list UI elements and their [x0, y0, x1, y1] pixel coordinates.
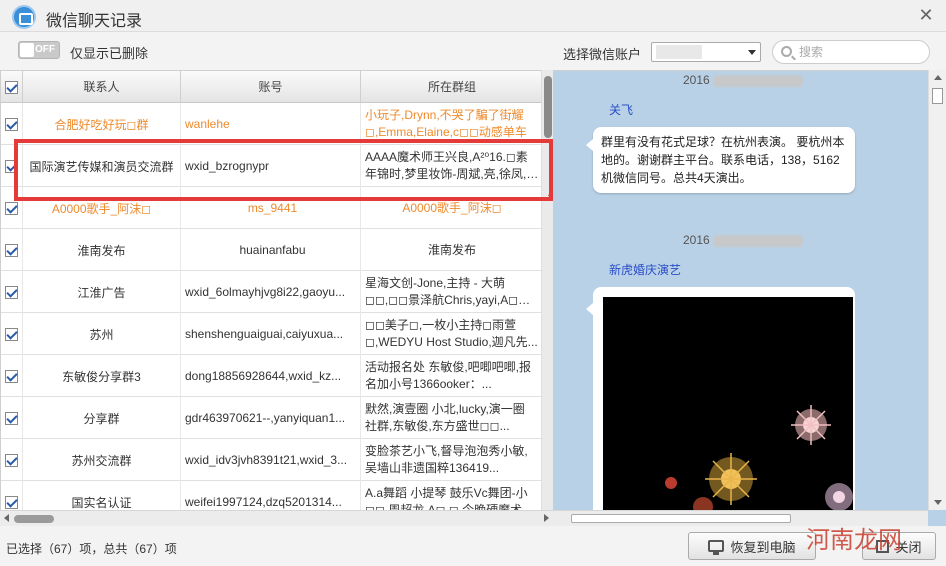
account-cell: wxid_6olmayhjvg8i22,gaoyu...	[181, 271, 361, 313]
groups-text: A0000歌手_阿沫◻	[402, 200, 502, 215]
account-cell: shenshenguaiguai,caiyuxua...	[181, 313, 361, 355]
row-checkbox-cell	[1, 439, 23, 481]
table-header: 联系人 账号 所在群组	[1, 71, 543, 103]
groups-text: 默然,演壹圈 小北,lucky,演一圈 社群,东敏俊,东方盛世◻◻...	[365, 402, 525, 433]
search-icon	[781, 46, 792, 57]
groups-cell: 淮南发布	[361, 229, 543, 271]
selection-count: 已选择（67）项，总共（67）项	[6, 542, 177, 556]
window-close-icon[interactable]: ✕	[916, 5, 936, 25]
row-checkbox-cell	[1, 229, 23, 271]
toggle-state-text: OFF	[35, 44, 55, 55]
account-select-value	[656, 45, 702, 59]
table-row[interactable]: 东敏俊分享群3 dong18856928644,wxid_kz... 活动报名处…	[1, 355, 543, 397]
table-row[interactable]: 苏州交流群 wxid_idv3jvh8391t21,wxid_3... 变脸茶艺…	[1, 439, 543, 481]
restore-to-pc-button[interactable]: 恢复到电脑	[688, 532, 816, 560]
groups-text: 变脸茶艺小飞,督导泡泡秀小敏,吴墙山非遗国粹136419...	[365, 444, 528, 475]
groups-cell: ◻◻美子◻,一枚小主持◻雨萱◻,WEDYU Host Studio,迦凡先...	[361, 313, 543, 355]
scrollbar-thumb[interactable]	[14, 515, 54, 523]
account-select-label: 选择微信账户	[563, 47, 642, 62]
show-deleted-label: 仅显示已删除	[70, 46, 149, 61]
groups-cell: 活动报名处 东敏俊,吧唧吧唧,报名加小号1366ooker：...	[361, 355, 543, 397]
watermark-text: 河南龙网	[806, 526, 902, 554]
toggle-knob	[20, 43, 34, 57]
groups-text: 星海文创-Jone,主持 - 大萌◻◻,◻◻景泽航Chris,yayi,A◻象头…	[365, 276, 531, 307]
row-checkbox-cell	[1, 313, 23, 355]
scroll-up-icon[interactable]	[934, 75, 942, 80]
groups-text: ◻◻美子◻,一枚小主持◻雨萱◻,WEDYU Host Studio,迦凡先...	[365, 318, 538, 349]
app-logo-icon	[12, 5, 36, 29]
account-cell: huainanfabu	[181, 229, 361, 271]
chat-vertical-scrollbar[interactable]	[928, 70, 946, 510]
row-checkbox[interactable]	[5, 201, 18, 215]
row-checkbox-cell	[1, 271, 23, 313]
chat-view: 2016 关飞 群里有没有花式足球？在杭州表演。 要杭州本地的。谢谢群主平台。联…	[553, 70, 946, 526]
status-bar: 已选择（67）项，总共（67）项 恢复到电脑 关闭	[0, 526, 946, 566]
row-checkbox[interactable]	[5, 285, 18, 299]
contact-cell: 江淮广告	[23, 271, 181, 313]
toolbar: OFF 仅显示已删除 选择微信账户	[0, 32, 946, 70]
groups-cell: 默然,演壹圈 小北,lucky,演一圈 社群,东敏俊,东方盛世◻◻...	[361, 397, 543, 439]
highlight-box	[14, 139, 553, 201]
table-vertical-scrollbar[interactable]	[541, 70, 553, 510]
groups-text: 活动报名处 东敏俊,吧唧吧唧,报名加小号1366ooker：...	[365, 360, 532, 391]
row-checkbox-cell	[1, 355, 23, 397]
row-checkbox-cell	[1, 397, 23, 439]
account-cell: wxid_idv3jvh8391t21,wxid_3...	[181, 439, 361, 481]
groups-cell: 星海文创-Jone,主持 - 大萌◻◻,◻◻景泽航Chris,yayi,A◻象头…	[361, 271, 543, 313]
column-header-groups[interactable]: 所在群组	[361, 71, 543, 103]
search-box[interactable]	[772, 40, 930, 64]
select-all-cell	[1, 71, 23, 103]
message-date: 2016	[683, 73, 804, 87]
redacted-blur	[713, 74, 804, 87]
contact-cell: 苏州	[23, 313, 181, 355]
scrollbar-thumb[interactable]	[544, 76, 552, 138]
message-bubble: 群里有没有花式足球？在杭州表演。 要杭州本地的。谢谢群主平台。联系电话，138，…	[586, 127, 855, 193]
show-deleted-toggle[interactable]: OFF	[18, 41, 60, 59]
contact-cell: 东敏俊分享群3	[23, 355, 181, 397]
title-bar: 微信聊天记录 ✕	[0, 0, 946, 32]
account-cell: dong18856928644,wxid_kz...	[181, 355, 361, 397]
row-checkbox[interactable]	[5, 243, 18, 257]
groups-text: 淮南发布	[427, 242, 476, 257]
scroll-right-icon[interactable]	[544, 514, 549, 522]
scrollbar-thumb[interactable]	[932, 88, 943, 104]
row-checkbox[interactable]	[5, 117, 18, 131]
column-header-account[interactable]: 账号	[181, 71, 361, 103]
table-row[interactable]: 江淮广告 wxid_6olmayhjvg8i22,gaoyu... 星海文创-J…	[1, 271, 543, 313]
restore-button-label: 恢复到电脑	[730, 539, 796, 555]
row-checkbox[interactable]	[5, 453, 18, 467]
table-row[interactable]: 苏州 shenshenguaiguai,caiyuxua... ◻◻美子◻,一枚…	[1, 313, 543, 355]
row-checkbox[interactable]	[5, 411, 18, 425]
contact-cell: 分享群	[23, 397, 181, 439]
table-row[interactable]: 淮南发布 huainanfabu 淮南发布	[1, 229, 543, 271]
window-title: 微信聊天记录	[46, 13, 143, 30]
chevron-down-icon	[748, 50, 756, 55]
fireworks-image	[603, 297, 853, 526]
redacted-blur	[713, 234, 804, 247]
row-checkbox[interactable]	[5, 495, 18, 509]
table-row[interactable]: 分享群 gdr463970621--,yanyiquan1... 默然,演壹圈 …	[1, 397, 543, 439]
scroll-down-icon[interactable]	[934, 500, 942, 505]
message-date: 2016	[683, 233, 804, 247]
account-cell: gdr463970621--,yanyiquan1...	[181, 397, 361, 439]
image-message-bubble[interactable]	[586, 287, 855, 526]
groups-text: 小玩子,Drynn,不哭了騙了街耀◻,Emma,Elaine,c◻◻动感单车	[365, 108, 527, 139]
select-all-checkbox[interactable]	[5, 81, 18, 95]
scrollbar-thumb[interactable]	[571, 514, 791, 523]
contact-cell: 淮南发布	[23, 229, 181, 271]
message-sender: 关飞	[609, 103, 634, 117]
search-input[interactable]	[799, 44, 919, 60]
account-select[interactable]	[651, 42, 761, 62]
table-horizontal-scrollbar[interactable]	[0, 510, 553, 526]
row-checkbox[interactable]	[5, 369, 18, 383]
column-header-contact[interactable]: 联系人	[23, 71, 181, 103]
contact-cell: 苏州交流群	[23, 439, 181, 481]
scroll-left-icon[interactable]	[4, 514, 9, 522]
row-checkbox[interactable]	[5, 327, 18, 341]
monitor-icon	[708, 540, 725, 555]
groups-cell: 变脸茶艺小飞,督导泡泡秀小敏,吴墙山非遗国粹136419...	[361, 439, 543, 481]
message-sender: 新虎婚庆演艺	[609, 263, 682, 277]
